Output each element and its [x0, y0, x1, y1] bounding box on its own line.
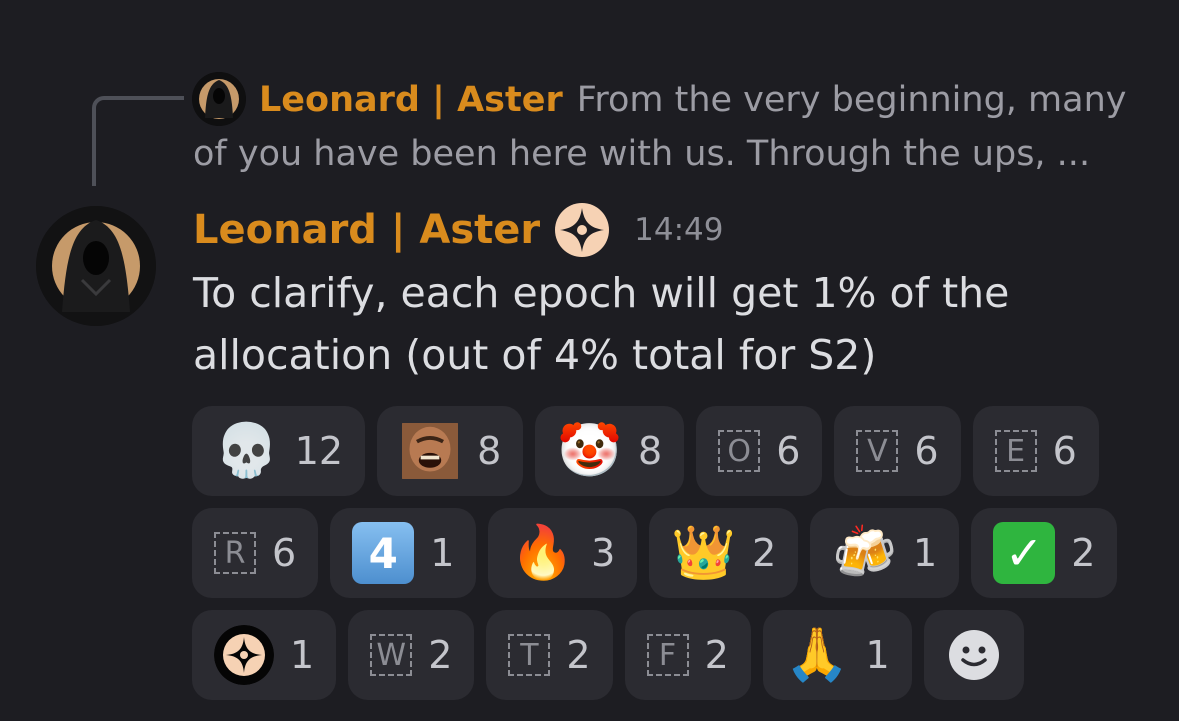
- letter-r-emoji: R: [214, 532, 256, 574]
- message-header: Leonard | Aster 14:49: [193, 200, 723, 260]
- letter-o-emoji: O: [718, 430, 761, 472]
- letter-w-emoji: W: [370, 634, 413, 676]
- reaction-count: 6: [1052, 429, 1077, 473]
- keycap-4-emoji: 4: [352, 522, 415, 584]
- add-reaction-button[interactable]: [923, 610, 1024, 700]
- letter-t-emoji: T: [508, 634, 551, 676]
- reaction-letter-r[interactable]: R 6: [192, 508, 319, 598]
- reaction-skull[interactable]: 💀 12: [192, 406, 366, 496]
- folded-hands-emoji: 🙏: [784, 625, 850, 685]
- reaction-fire[interactable]: 🔥 3: [488, 508, 638, 598]
- reaction-letter-t[interactable]: T 2: [486, 610, 613, 700]
- reaction-folded-hands[interactable]: 🙏 1: [762, 610, 912, 700]
- clown-face-emoji: 🤡: [557, 421, 623, 481]
- letter-f-emoji: F: [646, 634, 689, 676]
- reaction-count: 3: [591, 531, 616, 575]
- skull-emoji: 💀: [214, 421, 279, 481]
- reaction-keycap-4[interactable]: 4 1: [330, 508, 477, 598]
- letter-v-emoji: V: [856, 430, 899, 472]
- reaction-check-mark[interactable]: ✓ 2: [971, 508, 1118, 598]
- reaction-count: 1: [865, 633, 890, 677]
- letter-e-emoji: E: [994, 430, 1037, 472]
- message-timestamp[interactable]: 14:49: [634, 212, 723, 248]
- reaction-letter-o[interactable]: O 6: [696, 406, 823, 496]
- reaction-count: 8: [638, 429, 663, 473]
- author-name[interactable]: Leonard | Aster: [193, 207, 540, 253]
- reaction-count: 6: [272, 531, 297, 575]
- reaction-count: 2: [752, 531, 777, 575]
- reaction-letter-e[interactable]: E 6: [972, 406, 1099, 496]
- reply-author-name[interactable]: Leonard | Aster: [259, 80, 563, 120]
- reaction-beer-mugs[interactable]: 🍻 1: [810, 508, 960, 598]
- smiley-add-reaction-icon: [948, 630, 999, 680]
- reaction-crown[interactable]: 👑 2: [649, 508, 799, 598]
- reaction-count: 2: [566, 633, 591, 677]
- reaction-letter-v[interactable]: V 6: [834, 406, 961, 496]
- reaction-count: 2: [428, 633, 453, 677]
- check-mark-emoji: ✓: [993, 522, 1056, 584]
- aster-logo-custom-emoji: [214, 625, 274, 685]
- beer-mugs-emoji: 🍻: [832, 523, 897, 583]
- reply-connector-line: [92, 96, 184, 186]
- reaction-aster-logo[interactable]: 1: [192, 610, 337, 700]
- reaction-letter-f[interactable]: F 2: [624, 610, 751, 700]
- reaction-count: 1: [913, 531, 938, 575]
- reaction-laughing-man[interactable]: 8: [377, 406, 524, 496]
- reaction-count: 1: [290, 633, 315, 677]
- crown-emoji: 👑: [671, 523, 737, 583]
- aster-role-icon[interactable]: [554, 202, 610, 258]
- reaction-clown[interactable]: 🤡 8: [535, 406, 685, 496]
- message-content: To clarify, each epoch will get 1% of th…: [193, 269, 1010, 379]
- author-avatar[interactable]: [36, 206, 156, 326]
- reaction-count: 1: [430, 531, 455, 575]
- reaction-count: 2: [1071, 531, 1096, 575]
- fire-emoji: 🔥: [510, 523, 576, 583]
- reactions-bar: 💀 12 8 🤡 8 O 6 V 6 E 6 R 6 4 1 🔥 3 👑 2 🍻…: [192, 406, 1122, 700]
- reaction-count: 8: [477, 429, 502, 473]
- reaction-count: 2: [704, 633, 729, 677]
- laughing-man-custom-emoji: [402, 423, 459, 479]
- reaction-count: 12: [294, 429, 344, 473]
- reaction-letter-w[interactable]: W 2: [348, 610, 475, 700]
- reply-preview[interactable]: Leonard | Aster From the very beginning, …: [193, 73, 1143, 181]
- reaction-count: 6: [776, 429, 801, 473]
- reaction-count: 6: [914, 429, 939, 473]
